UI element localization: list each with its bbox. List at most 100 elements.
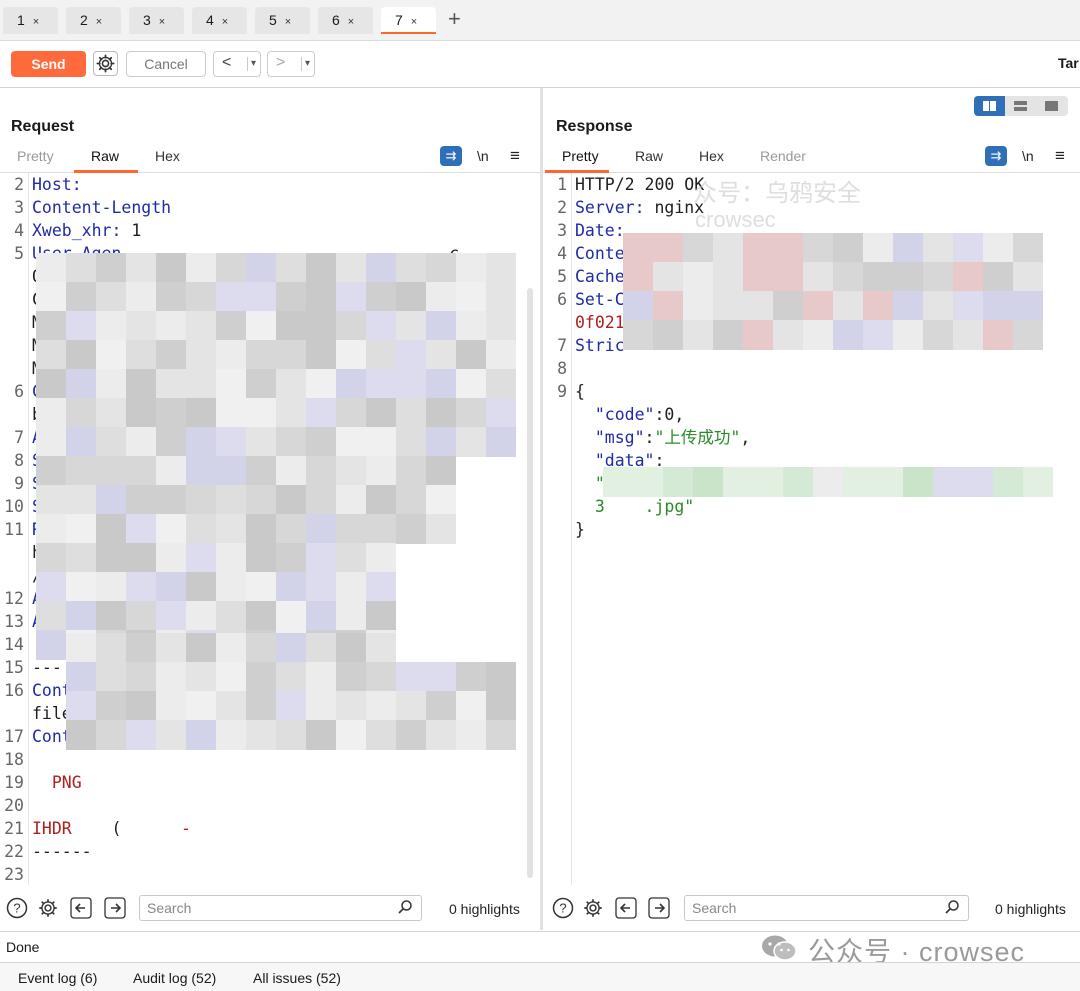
search-input[interactable]: Search (684, 895, 969, 921)
gear-icon (96, 54, 115, 73)
arrow-left-icon[interactable] (615, 897, 637, 919)
line-number: 5 (14, 244, 24, 263)
scrollbar[interactable] (527, 288, 533, 878)
subtab-hex[interactable]: Hex (155, 148, 180, 164)
arrow-right-icon[interactable] (104, 897, 126, 919)
gear-icon[interactable] (37, 897, 59, 919)
audit-log-tab[interactable]: Audit log (52) (133, 970, 216, 986)
code-token: IHDR (32, 819, 72, 838)
all-issues-tab[interactable]: All issues (52) (253, 970, 341, 986)
subtab-pretty[interactable]: Pretty (562, 148, 599, 164)
subtab-raw[interactable]: Raw (91, 148, 119, 164)
newline-toggle[interactable]: \n (1022, 148, 1034, 164)
response-editor[interactable]: 1 HTTP/2 200 OK 2 Server: nginx 3 Date: 4 Conte… (543, 173, 1080, 885)
arrow-left-icon[interactable] (70, 897, 92, 919)
code-token: ------ (32, 842, 92, 861)
newline-toggle[interactable]: \n (477, 148, 489, 164)
line-content: Content-Length (32, 196, 171, 219)
code-token: Host: (32, 175, 82, 194)
code-token: Stric (575, 336, 625, 355)
line-content: 0f021 (575, 311, 625, 334)
tab-2[interactable]: 2 × (66, 7, 121, 34)
code-token: Date: (575, 221, 625, 240)
close-icon[interactable]: × (285, 16, 291, 28)
forward-button[interactable]: > ▾ (267, 51, 315, 77)
svg-text:?: ? (13, 901, 20, 916)
layout-tabbed[interactable] (1036, 96, 1067, 116)
cancel-button[interactable]: Cancel (126, 51, 206, 77)
search-input[interactable]: Search (139, 895, 422, 921)
code-token: Conte (575, 244, 625, 263)
close-icon[interactable]: × (159, 16, 165, 28)
tab-label: 4 (206, 12, 214, 28)
line-content: Server: nginx (575, 196, 704, 219)
tab-3[interactable]: 3 × (129, 7, 184, 34)
target-label[interactable]: Tar (1058, 55, 1079, 71)
code-token: 1 (121, 221, 142, 240)
code-token: Content-Length (32, 198, 172, 217)
subtab-hex[interactable]: Hex (699, 148, 724, 164)
line-number: 1 (557, 175, 567, 194)
search-icon (945, 900, 959, 914)
line-number: 9 (14, 474, 24, 493)
event-log-tab[interactable]: Event log (6) (18, 970, 97, 986)
search-icon (398, 900, 412, 914)
subtab-pretty[interactable]: Pretty (17, 148, 54, 164)
back-button[interactable]: < ▾ (213, 51, 261, 77)
menu-icon[interactable]: ≡ (1055, 146, 1065, 166)
line-number: 8 (14, 451, 24, 470)
arrow-right-icon[interactable] (648, 897, 670, 919)
close-icon[interactable]: × (411, 16, 417, 28)
word-wrap-icon[interactable]: ⇉ (440, 146, 462, 166)
toolbar: Send Cancel < ▾ > ▾ Tar (0, 41, 1080, 88)
gear-icon[interactable] (582, 897, 604, 919)
close-icon[interactable]: × (96, 16, 102, 28)
response-pane: Response Pretty Raw Hex Render ⇉ \n ≡ 1H… (543, 88, 1080, 930)
tab-5[interactable]: 5 × (255, 7, 310, 34)
layout-side-by-side[interactable] (974, 96, 1005, 116)
help-icon[interactable]: ? (552, 897, 574, 919)
chevron-down-icon[interactable]: ▾ (300, 57, 310, 71)
code-token: Server: (575, 198, 645, 217)
send-button[interactable]: Send (11, 51, 86, 77)
line-content: 3 .jpg" (575, 495, 694, 518)
close-icon[interactable]: × (348, 16, 354, 28)
response-title: Response (556, 118, 633, 135)
line-number: 5 (557, 267, 567, 286)
tab-6[interactable]: 6 × (318, 7, 373, 34)
line-content: Set-C (575, 288, 625, 311)
code-token: } (575, 520, 585, 539)
code-token: "msg" (575, 428, 645, 447)
close-icon[interactable]: × (33, 16, 39, 28)
help-icon[interactable]: ? (6, 897, 28, 919)
request-editor[interactable]: 2Host: 3Content-Length4Xweb_xhr: 15User-… (0, 173, 540, 885)
close-icon[interactable]: × (222, 16, 228, 28)
line-number: 3 (557, 221, 567, 240)
add-tab-icon[interactable]: + (448, 6, 461, 32)
word-wrap-icon[interactable]: ⇉ (985, 146, 1007, 166)
line-content: "msg":"上传成功", (575, 426, 750, 449)
subtab-render[interactable]: Render (760, 148, 806, 164)
subtab-raw[interactable]: Raw (635, 148, 663, 164)
tab-label: 3 (143, 12, 151, 28)
code-token: .jpg" (604, 497, 695, 516)
layout-stacked[interactable] (1005, 96, 1036, 116)
code-token: { (575, 382, 585, 401)
line-content: "code":0, (575, 403, 684, 426)
menu-icon[interactable]: ≡ (510, 146, 520, 166)
line-content: Stric (575, 334, 625, 357)
code-token: 0f021 (575, 313, 625, 332)
tab-7[interactable]: 7 × (381, 7, 436, 34)
line-content: IHDR ( - (32, 817, 191, 840)
line-number: 16 (4, 681, 24, 700)
request-subtabs: Pretty Raw Hex ⇉ \n ≡ (0, 146, 540, 173)
svg-text:?: ? (559, 901, 566, 916)
tab-4[interactable]: 4 × (192, 7, 247, 34)
line-content: Date: (575, 219, 625, 242)
chevron-down-icon[interactable]: ▾ (246, 57, 256, 71)
tab-1[interactable]: 1 × (3, 7, 58, 34)
settings-button[interactable] (93, 51, 118, 76)
code-token: Cache (575, 267, 625, 286)
code-token: :0, (654, 405, 685, 424)
